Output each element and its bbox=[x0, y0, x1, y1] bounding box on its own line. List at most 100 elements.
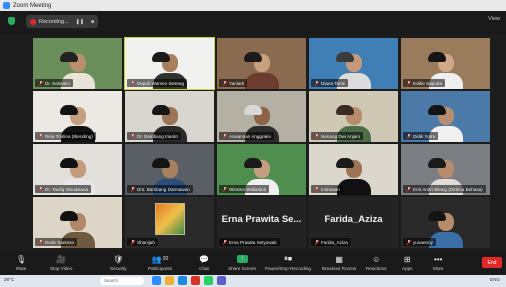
participant-name: Dr. Bambang Irianto bbox=[137, 133, 178, 139]
participant-name: Didik Yutra bbox=[413, 133, 436, 139]
breakout-rooms-icon: ▦ bbox=[335, 254, 343, 264]
participant-name: Farida_Aziza bbox=[321, 239, 348, 245]
breakout-rooms-button[interactable]: ▦ Breakout Rooms bbox=[322, 254, 357, 272]
participant-nameplate: Didik Yutra bbox=[403, 132, 439, 140]
reactions-icon: ☺ bbox=[372, 254, 381, 264]
system-tray[interactable]: ENG bbox=[490, 277, 500, 282]
participant-nameplate: Aswansari Anggraini bbox=[219, 132, 274, 140]
edge-taskbar-icon[interactable] bbox=[178, 276, 187, 285]
participant-tile[interactable]: Aswansari Anggraini bbox=[217, 91, 306, 142]
muted-microphone-icon bbox=[222, 186, 227, 192]
weather-widget[interactable]: 29°C bbox=[4, 277, 14, 282]
participant-tile[interactable]: yunaenny bbox=[401, 197, 490, 248]
stop-video-label: Stop Video bbox=[50, 266, 73, 271]
reactions-button[interactable]: ☺ Reactions bbox=[366, 254, 387, 272]
breakout-rooms-label: Breakout Rooms bbox=[322, 266, 357, 271]
participant-name: Erni Andri Bilang (Dirbina Bahasa) bbox=[413, 186, 483, 192]
recording-label: Recording... bbox=[39, 18, 69, 25]
participant-tile[interactable]: Erni Andri Bilang (Dirbina Bahasa) bbox=[401, 144, 490, 195]
title-bar: Zoom Meeting bbox=[0, 0, 506, 11]
stop-video-button[interactable]: 🎥 Stop Video bbox=[50, 254, 73, 272]
taskbar-apps bbox=[152, 276, 226, 285]
participants-button[interactable]: 👥 20 Participants bbox=[148, 254, 173, 272]
participant-tile[interactable]: Dr. Salmaini bbox=[33, 38, 122, 89]
shield-icon: 🛡 bbox=[113, 254, 124, 264]
participant-nameplate: yunaenny bbox=[403, 238, 436, 246]
muted-microphone-icon bbox=[38, 80, 43, 86]
participant-nameplate: Wiratna Widiastuti bbox=[219, 185, 270, 193]
mute-button[interactable]: 🎙 Mute bbox=[16, 254, 26, 272]
participant-tile[interactable]: Erna Prawita Se... Erna Prawita Setyowati bbox=[217, 197, 306, 248]
participant-nameplate: Dr. Taufiq Wicaksana bbox=[35, 185, 92, 193]
participant-name: Deputi Wamen Sesneg bbox=[137, 80, 185, 86]
participant-nameplate: Farida_Aziza bbox=[311, 238, 351, 246]
zoom-meeting-window: Zoom Meeting Recording... ❚❚ ■ View Dr. … bbox=[0, 0, 506, 287]
video-camera-icon: 🎥 bbox=[56, 254, 67, 264]
apps-button[interactable]: ⊞ Apps bbox=[402, 254, 413, 272]
share-screen-button[interactable]: ↑ Share Screen bbox=[228, 254, 256, 271]
teams-taskbar-icon[interactable] bbox=[217, 276, 226, 285]
muted-microphone-icon bbox=[314, 186, 319, 192]
participant-nameplate: Dede Santoso bbox=[35, 238, 78, 246]
more-button[interactable]: ••• More bbox=[433, 254, 443, 272]
meeting-top-bar: Recording... ❚❚ ■ View bbox=[0, 11, 506, 34]
chat-button[interactable]: 💬 Chat bbox=[199, 254, 209, 272]
participant-nameplate: Dr. Salmaini bbox=[35, 79, 73, 87]
participant-tile[interactable]: Diana Tantri bbox=[309, 38, 398, 89]
apps-label: Apps bbox=[402, 266, 413, 271]
participant-name: yunaenny bbox=[413, 239, 433, 245]
chrome-taskbar-icon[interactable] bbox=[191, 276, 200, 285]
zoom-taskbar-icon[interactable] bbox=[152, 276, 161, 285]
participant-nameplate: Nenang Dwi Anjani bbox=[311, 132, 363, 140]
participants-label: Participants bbox=[148, 266, 173, 271]
participant-tile[interactable]: Dede Santoso bbox=[33, 197, 122, 248]
participant-tile[interactable]: Nenang Dwi Anjani bbox=[309, 91, 398, 142]
participant-nameplate: Eddie Saputra bbox=[403, 79, 446, 87]
muted-microphone-icon bbox=[130, 133, 135, 139]
participant-nameplate: Deputi Wamen Sesneg bbox=[127, 79, 188, 87]
whatsapp-taskbar-icon[interactable] bbox=[204, 276, 213, 285]
muted-microphone-icon bbox=[314, 133, 319, 139]
participant-name: Erna Prawita Setyowati bbox=[229, 239, 277, 245]
end-meeting-button[interactable]: End bbox=[482, 257, 502, 268]
view-button[interactable]: View bbox=[488, 16, 500, 22]
meeting-toolbar: 🎙 Mute 🎥 Stop Video 🛡 Security 👥 20 Parti… bbox=[0, 251, 506, 275]
participant-tile[interactable]: Deputi Wamen Sesneg bbox=[124, 37, 215, 90]
participant-tile[interactable]: Farida_Aziza Farida_Aziza bbox=[309, 197, 398, 248]
participant-tile[interactable]: Dr. Bambang Irianto bbox=[125, 91, 214, 142]
recording-indicator[interactable]: Recording... ❚❚ ■ bbox=[26, 15, 99, 28]
taskbar-search[interactable]: Search bbox=[100, 277, 144, 285]
participant-name: Eddie Saputra bbox=[413, 80, 443, 86]
more-icon: ••• bbox=[434, 254, 443, 264]
participant-nameplate: Dr. Bambang Irianto bbox=[127, 132, 181, 140]
participant-nameplate: Erna Prawita Setyowati bbox=[219, 238, 280, 246]
participant-name: Dede Santoso bbox=[45, 239, 75, 245]
security-button[interactable]: 🛡 Security bbox=[110, 254, 127, 272]
reactions-label: Reactions bbox=[366, 266, 387, 271]
participant-tile[interactable]: Yaniarti bbox=[217, 38, 306, 89]
participant-tile[interactable]: Rina Tristina (Blending) bbox=[33, 91, 122, 142]
folder-taskbar-icon[interactable] bbox=[165, 276, 174, 285]
profile-picture bbox=[155, 203, 185, 235]
participant-tile[interactable]: Wiratna Widiastuti bbox=[217, 144, 306, 195]
pause-icon[interactable]: ❚❚ bbox=[76, 19, 84, 25]
pause-stop-recording-button[interactable]: ⏸⏹ Pause/Stop Recording bbox=[265, 254, 311, 271]
participant-tile[interactable]: Indrawan bbox=[309, 144, 398, 195]
participant-name: Dr. Taufiq Wicaksana bbox=[45, 186, 89, 192]
participant-tile[interactable]: Didik Yutra bbox=[401, 91, 490, 142]
muted-microphone-icon bbox=[406, 133, 411, 139]
share-screen-icon: ↑ bbox=[236, 254, 248, 264]
apps-icon: ⊞ bbox=[403, 254, 411, 264]
pause-recording-icon: ⏸⏹ bbox=[283, 254, 292, 263]
encryption-shield-icon[interactable] bbox=[8, 17, 15, 25]
muted-microphone-icon bbox=[406, 239, 411, 245]
muted-microphone-icon bbox=[130, 186, 135, 192]
muted-microphone-icon bbox=[406, 186, 411, 192]
muted-microphone-icon bbox=[130, 239, 135, 245]
participant-tile[interactable]: Eddie Saputra bbox=[401, 38, 490, 89]
participant-tile[interactable]: Shanijah bbox=[125, 197, 214, 248]
stop-icon[interactable]: ■ bbox=[91, 19, 94, 25]
participant-tile[interactable]: Dr. Taufiq Wicaksana bbox=[33, 144, 122, 195]
share-screen-label: Share Screen bbox=[228, 266, 257, 271]
participant-tile[interactable]: Drs. Bambang Darmawan bbox=[125, 144, 214, 195]
